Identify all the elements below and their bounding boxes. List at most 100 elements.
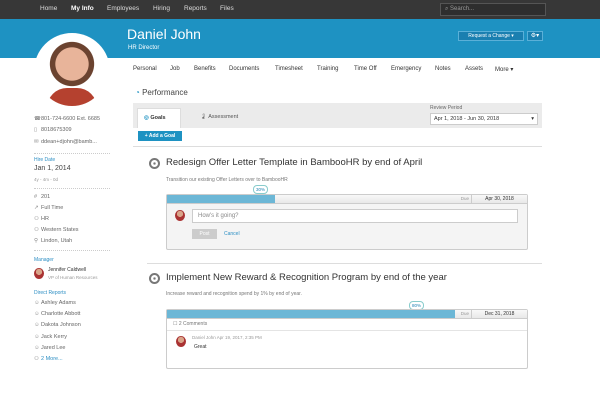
nav-reports[interactable]: Reports — [184, 5, 207, 12]
org-icon: ⚇ — [34, 227, 39, 233]
user-icon: ☺ — [34, 345, 40, 351]
mobile-phone: ▯ 8018675309 — [34, 127, 72, 133]
section-title: ◔ Performance — [135, 88, 188, 97]
due-label: Due — [460, 196, 469, 201]
gear-icon[interactable]: ⚙▾ — [527, 31, 543, 41]
location: ⚲ Lindon, Utah — [34, 238, 73, 244]
direct-report[interactable]: ☺Jack Kerry — [34, 334, 67, 340]
tab-training[interactable]: Training — [317, 66, 338, 72]
gauge-icon: ◔ — [135, 88, 143, 97]
mobile-icon: ▯ — [34, 127, 38, 133]
location-pin-icon: ⚲ — [34, 238, 39, 244]
more-reports-link[interactable]: ⚇ 2 More... — [34, 356, 63, 362]
progress-fill — [167, 310, 455, 318]
progress-label: 30% — [253, 185, 269, 194]
cancel-link[interactable]: Cancel — [224, 231, 240, 237]
tab-emergency[interactable]: Emergency — [391, 66, 421, 72]
progress-bar[interactable]: Due Dec 31, 2018 — [167, 310, 527, 319]
tab-job[interactable]: Job — [170, 66, 180, 72]
goal-description: Increase reward and recognition spend by… — [166, 291, 302, 297]
hash-icon: # — [34, 194, 38, 200]
user-icon: ☺ — [34, 311, 40, 317]
progress-bar[interactable]: Due Apr 30, 2018 — [167, 195, 527, 204]
user-avatar — [175, 210, 185, 221]
employment-status: ↗ Full Time — [34, 205, 64, 211]
people-icon: ⚇ — [34, 356, 39, 362]
tab-time-off[interactable]: Time Off — [354, 66, 377, 72]
comment-text: Great — [194, 344, 207, 350]
due-date: Dec 31, 2018 — [471, 310, 527, 318]
user-avatar — [176, 336, 186, 347]
active-nav-caret — [79, 16, 85, 22]
hire-date: Jan 1, 2014 — [34, 165, 71, 172]
search-input[interactable]: ⌕ Search... — [440, 3, 546, 16]
tab-personal[interactable]: Personal — [133, 66, 157, 72]
phone-icon: ☎ — [34, 116, 41, 122]
work-phone: ☎801-724-6600 Ext. 6685 — [34, 116, 101, 122]
tenure: 4y - 4m - 0d — [34, 177, 59, 182]
top-nav: Home My Info Employees Hiring Reports Fi… — [0, 0, 600, 19]
review-period-label: Review Period — [430, 105, 463, 111]
direct-report[interactable]: ☺Charlotte Abbott — [34, 311, 80, 317]
due-label: Due — [460, 311, 469, 316]
direct-report[interactable]: ☺Dakota Johnson — [34, 322, 81, 328]
nav-my-info[interactable]: My Info — [71, 5, 94, 12]
goal-card: Due Apr 30, 2018 How's it going? Post Ca… — [166, 194, 528, 250]
comments-count[interactable]: ☐ 2 Comments — [173, 321, 207, 327]
direct-report[interactable]: ☺Jared Lee — [34, 345, 65, 351]
goal-title[interactable]: Redesign Offer Letter Template in Bamboo… — [166, 157, 422, 168]
nav-employees[interactable]: Employees — [107, 5, 139, 12]
department: ⚇ HR — [34, 216, 49, 222]
comment-meta: Daniel John Apr 19, 2017, 2:35 PM — [192, 335, 262, 340]
tab-benefits[interactable]: Benefits — [194, 66, 216, 72]
comment-input[interactable]: How's it going? — [192, 209, 518, 223]
tab-assets[interactable]: Assets — [465, 66, 483, 72]
direct-report[interactable]: ☺Ashley Adams — [34, 300, 76, 306]
divider — [34, 250, 110, 251]
review-period-select[interactable]: Apr 1, 2018 - Jun 30, 2018 ▾ — [430, 113, 538, 125]
user-icon: ☺ — [34, 300, 40, 306]
goal-title[interactable]: Implement New Reward & Recognition Progr… — [166, 272, 447, 283]
goal-card: Due Dec 31, 2018 ☐ 2 Comments Daniel Joh… — [166, 309, 528, 369]
divider — [34, 188, 110, 189]
nav-home[interactable]: Home — [40, 5, 57, 12]
tab-timesheet[interactable]: Timesheet — [275, 66, 303, 72]
goal-target-icon — [149, 273, 160, 284]
tab-notes[interactable]: Notes — [435, 66, 451, 72]
nav-hiring[interactable]: Hiring — [153, 5, 170, 12]
tab-assessment[interactable]: 🌡 Assessment — [200, 114, 238, 120]
manager-name[interactable]: Jennifer Caldwell — [48, 267, 86, 273]
divider — [34, 153, 110, 154]
thermometer-icon: 🌡 — [200, 114, 209, 120]
chevron-down-icon: ▾ — [531, 116, 534, 122]
tab-more[interactable]: More ▾ — [495, 66, 513, 73]
email[interactable]: ✉ ddean+djohn@bamb... — [34, 139, 97, 145]
division: ⚇ Western States — [34, 227, 79, 233]
goal-target-icon — [149, 158, 160, 169]
progress-fill — [167, 195, 275, 203]
user-icon: ☺ — [34, 334, 40, 340]
direct-reports-label: Direct Reports — [34, 290, 66, 296]
email-icon: ✉ — [34, 139, 39, 145]
people-icon: ⚇ — [34, 216, 39, 222]
tab-documents[interactable]: Documents — [229, 66, 259, 72]
employee-number: #201 — [34, 194, 51, 200]
post-button[interactable]: Post — [192, 229, 217, 239]
employee-name: Daniel John — [127, 26, 201, 42]
nav-files[interactable]: Files — [220, 5, 234, 12]
user-icon: ☺ — [34, 322, 40, 328]
employee-title: HR Director — [128, 45, 160, 51]
avatar — [34, 33, 110, 109]
due-date: Apr 30, 2018 — [471, 195, 527, 203]
divider — [133, 146, 542, 147]
manager-label: Manager — [34, 257, 54, 263]
manager-avatar — [34, 268, 44, 279]
tab-goals[interactable]: ◎ Goals — [137, 108, 181, 128]
divider — [147, 263, 542, 264]
wrench-icon: ↗ — [34, 205, 39, 211]
manager-title: VP of Human Resources — [48, 275, 98, 280]
divider — [167, 330, 527, 331]
add-goal-button[interactable]: + Add a Goal — [138, 131, 182, 141]
goal-description: Transition our existing Offer Letters ov… — [166, 177, 288, 183]
request-change-button[interactable]: Request a Change ▾ — [458, 31, 524, 41]
